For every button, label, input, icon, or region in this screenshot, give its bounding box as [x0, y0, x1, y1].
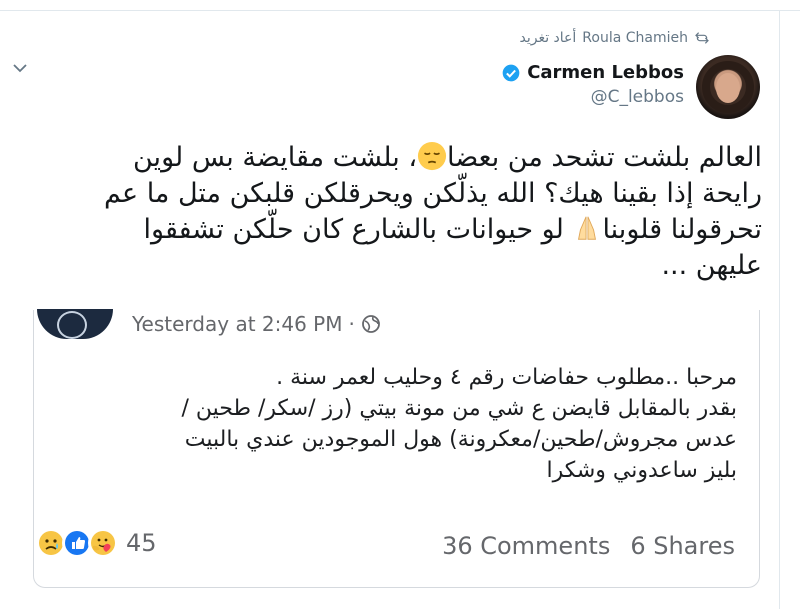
- right-divider: [779, 10, 780, 609]
- top-divider: [0, 10, 800, 11]
- embedded-post-avatar: [37, 309, 113, 339]
- tweet-line-3a: تحرقولنا قلوبنا: [602, 214, 762, 245]
- tweet-text: العالم بلشت تشحد من بعضا ، بلشت مقايضة ب…: [22, 140, 762, 284]
- post-body-line: مرحبا ..مطلوب حفاضات رقم ٤ وحليب لعمر سن…: [276, 365, 737, 390]
- post-body-line: بليز ساعدوني وشكرا: [546, 458, 737, 483]
- post-timestamp: Yesterday at 2:46 PM: [132, 312, 343, 336]
- post-meta: Yesterday at 2:46 PM ·: [132, 312, 381, 336]
- post-body: مرحبا ..مطلوب حفاضات رقم ٤ وحليب لعمر سن…: [57, 362, 738, 486]
- post-body-line: بقدر بالمقابل قايضن ع شي من مونة بيتي (ر…: [181, 396, 738, 421]
- folded-hands-emoji-icon: [578, 216, 597, 240]
- reactions-count: 45: [126, 529, 157, 557]
- engagement-stats: 36 Comments 6 Shares: [442, 532, 735, 560]
- shares-count-link[interactable]: 6 Shares: [630, 532, 735, 560]
- globe-icon: [361, 315, 380, 333]
- meta-separator: ·: [348, 312, 355, 336]
- tweet-line-1b: ، بلشت مقايضة بس لوين: [133, 142, 418, 173]
- chevron-down-icon[interactable]: [10, 58, 30, 78]
- author-block: Carmen Lebbos @C_lebbos: [501, 62, 684, 107]
- author-handle[interactable]: @C_lebbos: [501, 87, 684, 107]
- pensive-face-emoji-icon: [417, 141, 447, 171]
- reactions-summary[interactable]: 45: [36, 528, 157, 558]
- verified-badge-icon: [502, 64, 520, 81]
- tweet-line-2: رايحة إذا بقينا هيك؟ الله يذلّكن ويحرقلك…: [104, 178, 762, 209]
- retweet-label: أعاد تغريد: [519, 30, 577, 46]
- tweet-line-1a: العالم بلشت تشحد من بعضا: [447, 142, 762, 173]
- retweeter-name[interactable]: Roula Chamieh: [582, 30, 688, 46]
- tweet-line-4: عليهن ...: [661, 250, 762, 281]
- comments-count-link[interactable]: 36 Comments: [442, 532, 610, 560]
- retweet-icon: [695, 32, 709, 44]
- embedded-post-card[interactable]: Yesterday at 2:46 PM · مرحبا ..مطلوب حفا…: [33, 309, 760, 588]
- author-avatar[interactable]: [696, 55, 760, 119]
- retweet-context: أعاد تغريد Roula Chamieh: [519, 30, 710, 46]
- tweet-line-3b: لو حيوانات بالشارع كان حلّكن تشفقوا: [143, 214, 573, 245]
- care-reaction-icon: [88, 528, 118, 558]
- post-body-line: عدس مجروش/طحين/معكرونة) هول الموجودين عن…: [184, 427, 737, 452]
- author-name[interactable]: Carmen Lebbos: [527, 62, 684, 83]
